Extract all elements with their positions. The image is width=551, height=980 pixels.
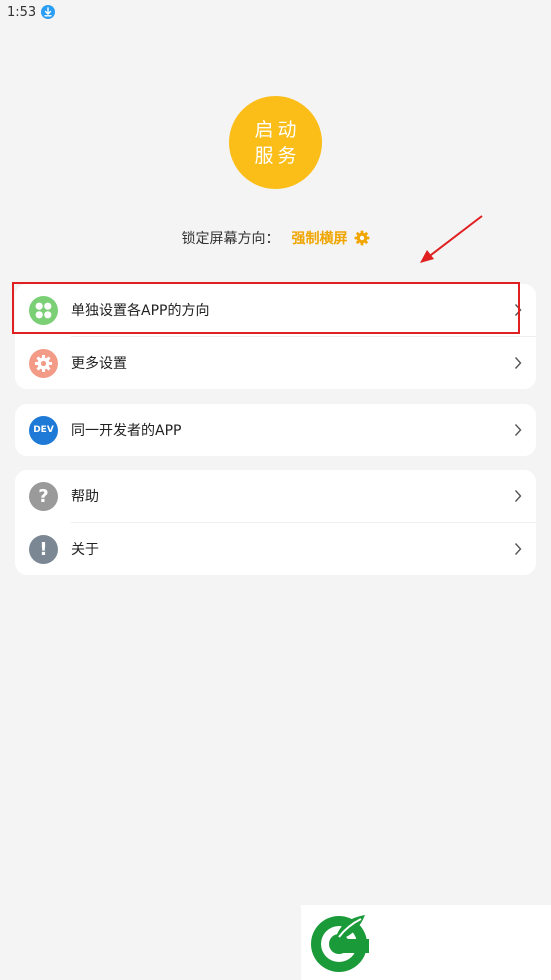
help-label: 帮助	[71, 489, 99, 505]
gear-icon[interactable]	[354, 230, 370, 246]
highlight-box	[12, 282, 520, 334]
help-item[interactable]: ? 帮助	[15, 470, 536, 522]
status-bar: 1:53	[0, 0, 551, 24]
same-developer-apps-label: 同一开发者的APP	[71, 423, 182, 439]
question-icon: ?	[29, 481, 58, 511]
annotation-arrow	[420, 215, 483, 263]
chevron-right-icon	[514, 543, 522, 555]
chevron-right-icon	[514, 357, 522, 369]
exclamation-glyph: !	[39, 538, 48, 560]
more-settings-label: 更多设置	[71, 356, 127, 372]
more-settings-item[interactable]: 更多设置	[15, 337, 536, 389]
chevron-right-icon	[514, 490, 522, 502]
developer-card: DEV 同一开发者的APP	[15, 404, 536, 456]
status-time: 1:53	[7, 4, 37, 20]
same-developer-apps-item[interactable]: DEV 同一开发者的APP	[15, 404, 536, 456]
start-service-button[interactable]: 启动 服务	[229, 96, 322, 189]
exclamation-icon: !	[29, 534, 58, 564]
start-button-line1: 启动	[254, 118, 301, 141]
watermark	[301, 905, 551, 980]
dev-icon: DEV	[29, 415, 58, 445]
about-item[interactable]: ! 关于	[15, 523, 536, 575]
dev-badge-text: DEV	[33, 425, 54, 435]
question-glyph: ?	[38, 485, 49, 507]
lock-orientation-label: 锁定屏幕方向：	[181, 231, 280, 247]
leaf-logo-icon	[311, 915, 369, 972]
about-label: 关于	[71, 542, 99, 558]
start-button-line2: 服务	[254, 144, 301, 167]
download-icon	[41, 5, 56, 19]
help-card: ? 帮助 ! 关于	[15, 470, 536, 575]
lock-orientation-value[interactable]: 强制横屏	[292, 228, 348, 248]
gear-icon	[29, 348, 58, 378]
chevron-right-icon	[514, 424, 522, 436]
